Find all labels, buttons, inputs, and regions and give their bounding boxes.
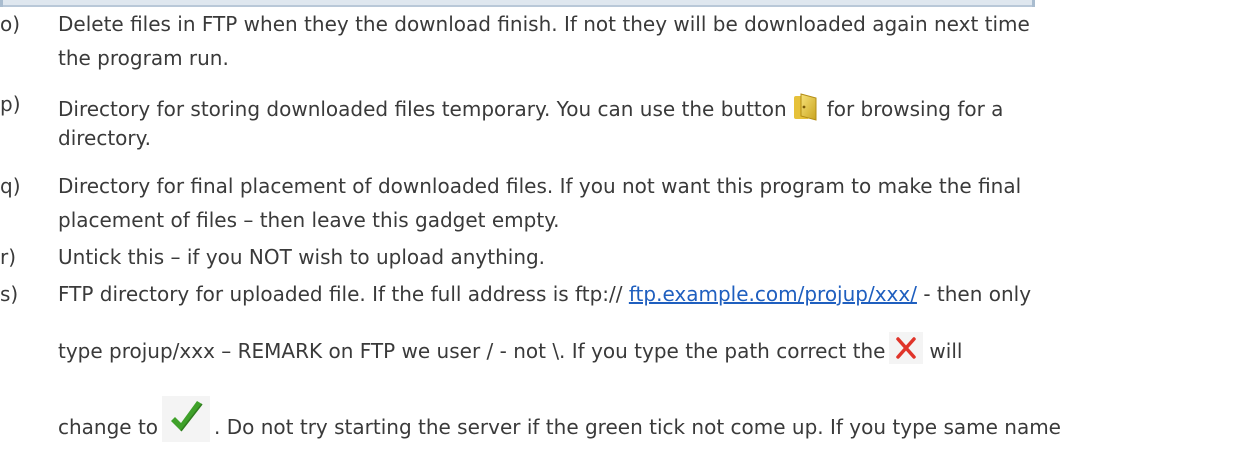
folder-icon xyxy=(793,93,817,121)
item-text-line: Delete files in FTP when they the downlo… xyxy=(58,12,1030,36)
ftp-address-link[interactable]: ftp.example.com/projup/xxx/ xyxy=(629,282,917,306)
item-text-line: Directory for final placement of downloa… xyxy=(58,174,1022,198)
list-marker: o) xyxy=(0,12,21,36)
item-text-line: directory. xyxy=(58,126,151,150)
item-text-line: the program run. xyxy=(58,46,229,70)
list-marker: q) xyxy=(0,174,21,198)
list-marker: s) xyxy=(0,282,19,306)
item-text-line: Untick this – if you NOT wish to upload … xyxy=(58,245,546,269)
item-text-line: type projup/xxx – REMARK on FTP we user … xyxy=(58,332,962,364)
list-marker: r) xyxy=(0,245,17,269)
item-text-line: placement of files – then leave this gad… xyxy=(58,208,560,232)
red-cross-icon xyxy=(889,332,924,364)
item-text-line: change to . Do not try starting the serv… xyxy=(58,396,1061,442)
list-marker: p) xyxy=(0,92,21,116)
green-tick-icon xyxy=(162,396,211,442)
item-text-line: Directory for storing downloaded files t… xyxy=(58,92,1003,122)
top-frame-edge xyxy=(0,0,1035,7)
item-text-line: FTP directory for uploaded file. If the … xyxy=(58,282,1032,306)
